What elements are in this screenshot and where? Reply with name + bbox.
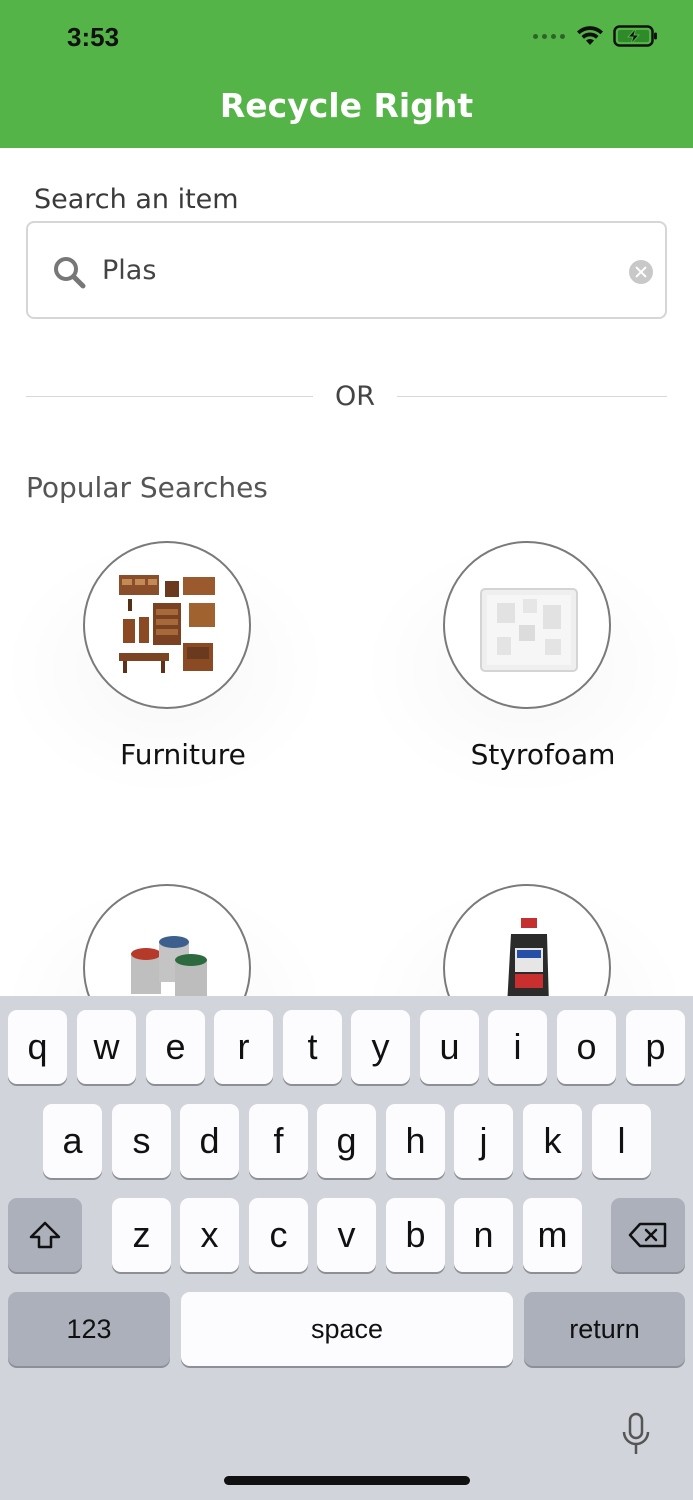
key-l[interactable]: l: [592, 1104, 651, 1178]
status-time: 3:53: [67, 22, 120, 52]
numbers-key[interactable]: 123: [8, 1292, 170, 1366]
shift-key[interactable]: [8, 1198, 82, 1272]
app-header: 3:53 Recycle Right: [0, 0, 693, 148]
popular-searches-title: Popular Searches: [26, 471, 268, 504]
home-indicator[interactable]: [224, 1476, 470, 1485]
search-label: Search an item: [34, 184, 239, 215]
key-v[interactable]: v: [317, 1198, 376, 1272]
key-r[interactable]: r: [214, 1010, 273, 1084]
search-input-value: Plas: [102, 255, 157, 286]
cellular-signal-icon: [533, 33, 565, 39]
shift-arrow-icon: [29, 1221, 61, 1249]
key-t[interactable]: t: [283, 1010, 342, 1084]
on-screen-keyboard: q w e r t y u i o p a s d f g h j k l z …: [0, 996, 693, 1500]
wifi-icon: [577, 26, 603, 45]
clear-search-icon[interactable]: [629, 260, 653, 284]
key-c[interactable]: c: [249, 1198, 308, 1272]
key-e[interactable]: e: [146, 1010, 205, 1084]
popular-item-label: Furniture: [120, 738, 246, 771]
microphone-icon[interactable]: [620, 1412, 652, 1458]
furniture-image: [83, 541, 251, 709]
key-y[interactable]: y: [351, 1010, 410, 1084]
key-j[interactable]: j: [454, 1104, 513, 1178]
key-f[interactable]: f: [249, 1104, 308, 1178]
search-input[interactable]: Plas: [26, 221, 667, 319]
divider-line-left: [26, 396, 313, 397]
key-g[interactable]: g: [317, 1104, 376, 1178]
key-p[interactable]: p: [626, 1010, 685, 1084]
popular-item-label: Styrofoam: [470, 738, 616, 771]
key-b[interactable]: b: [386, 1198, 445, 1272]
battery-charging-icon: [613, 25, 657, 47]
styrofoam-image: [443, 541, 611, 709]
key-z[interactable]: z: [112, 1198, 171, 1272]
search-icon: [54, 257, 86, 289]
key-q[interactable]: q: [8, 1010, 67, 1084]
space-key[interactable]: space: [181, 1292, 513, 1366]
backspace-key[interactable]: [611, 1198, 685, 1272]
key-s[interactable]: s: [112, 1104, 171, 1178]
key-u[interactable]: u: [420, 1010, 479, 1084]
key-w[interactable]: w: [77, 1010, 136, 1084]
key-i[interactable]: i: [488, 1010, 547, 1084]
app-title: Recycle Right: [219, 86, 474, 125]
key-m[interactable]: m: [523, 1198, 582, 1272]
or-divider-text: OR: [334, 381, 375, 412]
status-icons: [533, 24, 659, 48]
return-key[interactable]: return: [524, 1292, 685, 1366]
key-o[interactable]: o: [557, 1010, 616, 1084]
key-k[interactable]: k: [523, 1104, 582, 1178]
key-a[interactable]: a: [43, 1104, 102, 1178]
key-x[interactable]: x: [180, 1198, 239, 1272]
backspace-icon: [628, 1222, 667, 1248]
divider-line-right: [397, 396, 667, 397]
key-n[interactable]: n: [454, 1198, 513, 1272]
key-d[interactable]: d: [180, 1104, 239, 1178]
key-h[interactable]: h: [386, 1104, 445, 1178]
